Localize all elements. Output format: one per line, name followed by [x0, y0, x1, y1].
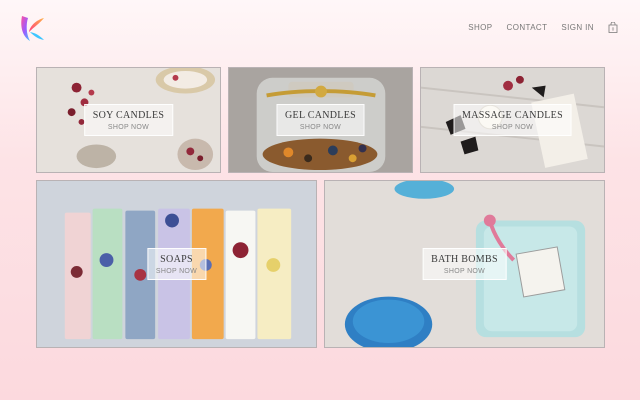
main-nav: SHOP CONTACT SIGN IN 0 — [468, 22, 618, 33]
shop-now-link[interactable]: SHOP NOW — [93, 124, 165, 131]
tile-label[interactable]: BATH BOMBS SHOP NOW — [422, 248, 507, 280]
category-tile-massage-candles[interactable]: MASSAGE CANDLES SHOP NOW — [420, 67, 605, 173]
category-tile-soy-candles[interactable]: SOY CANDLES SHOP NOW — [36, 67, 221, 173]
cart-count: 0 — [612, 27, 615, 32]
tile-title: BATH BOMBS — [431, 254, 498, 265]
site-header: SHOP CONTACT SIGN IN 0 — [0, 0, 640, 58]
shop-now-link[interactable]: SHOP NOW — [462, 124, 563, 131]
nav-contact-link[interactable]: CONTACT — [507, 23, 548, 32]
tile-label[interactable]: GEL CANDLES SHOP NOW — [276, 104, 365, 136]
tile-title: GEL CANDLES — [285, 110, 356, 121]
tile-title: SOY CANDLES — [92, 110, 165, 121]
category-tile-bath-bombs[interactable]: BATH BOMBS SHOP NOW — [324, 180, 605, 348]
category-tile-gel-candles[interactable]: GEL CANDLES SHOP NOW — [228, 67, 413, 173]
tile-title: SOAPS — [160, 254, 193, 265]
shopping-bag-icon[interactable]: 0 — [608, 22, 618, 33]
tile-label[interactable]: SOAPS SHOP NOW — [146, 248, 207, 280]
shop-now-link[interactable]: SHOP NOW — [431, 268, 498, 275]
brand-logo-icon[interactable] — [16, 12, 48, 44]
tile-label[interactable]: MASSAGE CANDLES SHOP NOW — [453, 104, 572, 136]
nav-sign-in-link[interactable]: SIGN IN — [561, 23, 594, 32]
tile-label[interactable]: SOY CANDLES SHOP NOW — [83, 104, 174, 136]
shop-now-link[interactable]: SHOP NOW — [285, 124, 356, 131]
category-tile-soaps[interactable]: SOAPS SHOP NOW — [36, 180, 317, 348]
shop-now-link[interactable]: SHOP NOW — [156, 268, 197, 275]
nav-shop-link[interactable]: SHOP — [468, 23, 492, 32]
tile-title: MASSAGE CANDLES — [462, 110, 563, 121]
